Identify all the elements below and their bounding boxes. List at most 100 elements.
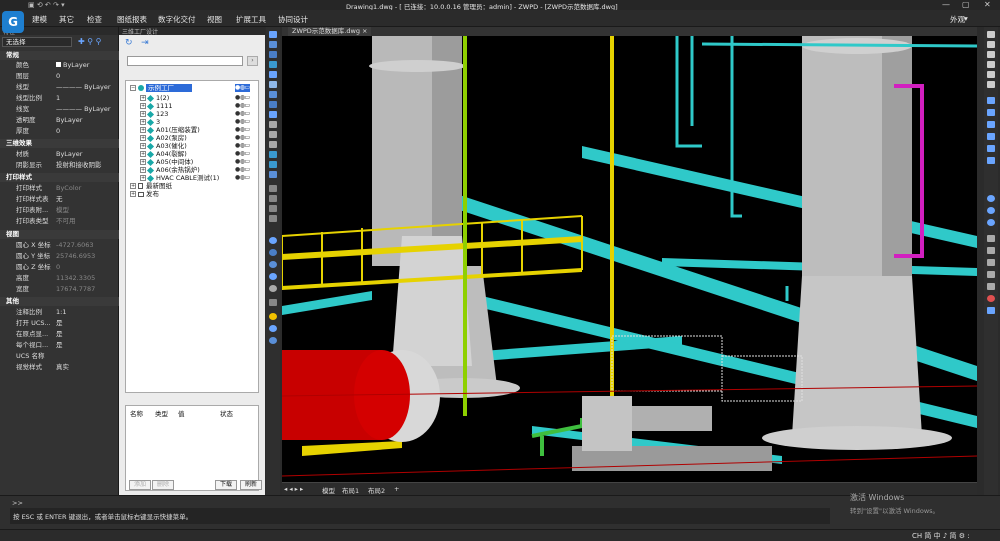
circle-icon[interactable]: [987, 207, 995, 214]
expand-icon[interactable]: +: [140, 127, 146, 133]
section-other[interactable]: 其他: [0, 297, 119, 306]
tree-node[interactable]: +1(2): [140, 94, 169, 102]
expand-icon[interactable]: +: [140, 111, 146, 117]
app-logo-icon[interactable]: G: [2, 11, 24, 33]
copy-icon[interactable]: [269, 299, 277, 306]
text-icon[interactable]: [987, 61, 995, 68]
tree-node[interactable]: + A05(中间体): [140, 158, 193, 166]
prop-row[interactable]: 图层 0: [0, 71, 119, 82]
section-view[interactable]: 视图: [0, 230, 119, 239]
quick-select-icon[interactable]: ✚ ⚲ ⚲: [78, 37, 102, 46]
expand-icon[interactable]: +: [140, 175, 146, 181]
view-icon[interactable]: [269, 121, 277, 128]
download-button[interactable]: 下载: [215, 480, 238, 490]
menu-item-digital-delivery[interactable]: 数字化交付: [158, 14, 196, 25]
maximize-icon[interactable]: ▢: [962, 0, 970, 9]
prop-row[interactable]: 打印表类型 不可用: [0, 216, 119, 227]
expand-icon[interactable]: +: [140, 103, 146, 109]
tab-model[interactable]: 模型: [322, 485, 335, 495]
menu-item-view[interactable]: 视图: [207, 14, 222, 25]
prop-row[interactable]: 在原点显... 是: [0, 329, 119, 340]
menu-item-drawing-report[interactable]: 图纸报表: [117, 14, 147, 25]
collapse-icon[interactable]: −: [130, 85, 136, 91]
column-header-name[interactable]: 名称: [130, 408, 143, 418]
view-icon[interactable]: [269, 141, 277, 148]
text-icon[interactable]: [987, 71, 995, 78]
prop-row[interactable]: 颜色 ByLayer: [0, 60, 119, 71]
menu-item-check[interactable]: 检查: [87, 14, 102, 25]
palette-icon[interactable]: [987, 295, 995, 302]
cube-icon[interactable]: [269, 31, 277, 38]
prop-row[interactable]: 打印样式 ByColor: [0, 183, 119, 194]
prop-row[interactable]: 圆心 X 坐标 -4727.6063: [0, 240, 119, 251]
delete-button[interactable]: 删除: [152, 480, 175, 490]
orbit-icon[interactable]: [269, 249, 277, 256]
prop-row[interactable]: 线型比例 1: [0, 93, 119, 104]
line-icon[interactable]: [987, 145, 995, 152]
expand-icon[interactable]: +: [140, 143, 146, 149]
chevron-down-icon[interactable]: ▾: [964, 14, 968, 23]
section-3d-effects[interactable]: 三维效果: [0, 139, 119, 148]
view-icon[interactable]: [269, 101, 277, 108]
add-layout-icon[interactable]: +: [394, 485, 399, 493]
prop-row[interactable]: 视觉样式 真实: [0, 362, 119, 373]
expand-icon[interactable]: +: [140, 119, 146, 125]
input-method-indicator[interactable]: CH 简 中 ♪ 简 ⚙ :: [912, 531, 970, 541]
node-status-icons[interactable]: ●◍▭: [235, 84, 250, 92]
prop-row[interactable]: 打印样式表无: [0, 194, 119, 205]
expand-icon[interactable]: +: [140, 159, 146, 165]
node-status-icons[interactable]: ●◍▭: [235, 110, 250, 118]
prop-row[interactable]: 透明度 ByLayer: [0, 115, 119, 126]
expand-icon[interactable]: +: [140, 135, 146, 141]
prop-row[interactable]: 圆心 Z 坐标 0: [0, 262, 119, 273]
orbit-icon[interactable]: [269, 285, 277, 292]
prop-row[interactable]: 每个视口... 是: [0, 340, 119, 351]
quick-access-toolbar[interactable]: ▣ ⟲ ↶ ↷ ▾: [28, 1, 65, 9]
close-icon[interactable]: ×: [362, 27, 367, 35]
line-icon[interactable]: [987, 97, 995, 104]
column-header-value[interactable]: 值: [178, 408, 185, 418]
command-input[interactable]: 按 ESC 或 ENTER 键退出，或者单击鼠标右键显示快捷菜单。: [10, 508, 830, 524]
prop-row[interactable]: UCS 名称: [0, 351, 119, 362]
line-icon[interactable]: [987, 133, 995, 140]
menu-item-other[interactable]: 其它: [59, 14, 74, 25]
box-icon[interactable]: [269, 81, 277, 88]
refresh-icon[interactable]: ↻: [125, 38, 133, 48]
edit-icon[interactable]: [269, 205, 277, 212]
prop-row[interactable]: 厚度 0: [0, 126, 119, 137]
tree-node[interactable]: + A01(压缩装置): [140, 126, 200, 134]
node-status-icons[interactable]: ●◍▭: [235, 142, 250, 150]
node-status-icons[interactable]: ●◍▭: [235, 166, 250, 174]
tree-node[interactable]: + A02(泵房): [140, 134, 187, 142]
render-icon[interactable]: [269, 337, 277, 344]
prop-row[interactable]: 线宽 ———— ByLayer: [0, 104, 119, 115]
prop-row[interactable]: 打开 UCS... 是: [0, 318, 119, 329]
dimension-icon[interactable]: [987, 259, 995, 266]
box-icon[interactable]: [269, 71, 277, 78]
menu-item-extension-tools[interactable]: 扩展工具: [236, 14, 266, 25]
dimension-icon[interactable]: [987, 271, 995, 278]
minimize-icon[interactable]: —: [942, 0, 950, 9]
add-button[interactable]: 添加: [129, 480, 152, 490]
render-icon[interactable]: [269, 325, 277, 332]
circle-icon[interactable]: [987, 219, 995, 226]
section-general[interactable]: 常规: [0, 51, 119, 60]
render-icon[interactable]: [987, 307, 995, 314]
text-icon[interactable]: [987, 31, 995, 38]
view-icon[interactable]: [269, 91, 277, 98]
cube-icon[interactable]: [269, 41, 277, 48]
tab-layout1[interactable]: 布局1: [342, 485, 359, 495]
tree-node[interactable]: +123: [140, 110, 168, 118]
tree-node[interactable]: + A03(催化): [140, 142, 187, 150]
selection-dropdown[interactable]: 无选择: [2, 37, 72, 47]
view-icon[interactable]: [269, 151, 277, 158]
orbit-icon[interactable]: [269, 261, 277, 268]
node-status-icons[interactable]: ●◍▭: [235, 150, 250, 158]
import-icon[interactable]: ⇥: [141, 38, 149, 48]
expand-icon[interactable]: +: [140, 167, 146, 173]
node-status-icons[interactable]: ●◍▭: [235, 174, 250, 182]
prop-row[interactable]: 线型 ———— ByLayer: [0, 82, 119, 93]
prop-row[interactable]: 材质 ByLayer: [0, 149, 119, 160]
prop-row[interactable]: 阴影显示 投射和接收阴影: [0, 160, 119, 171]
text-icon[interactable]: [987, 41, 995, 48]
